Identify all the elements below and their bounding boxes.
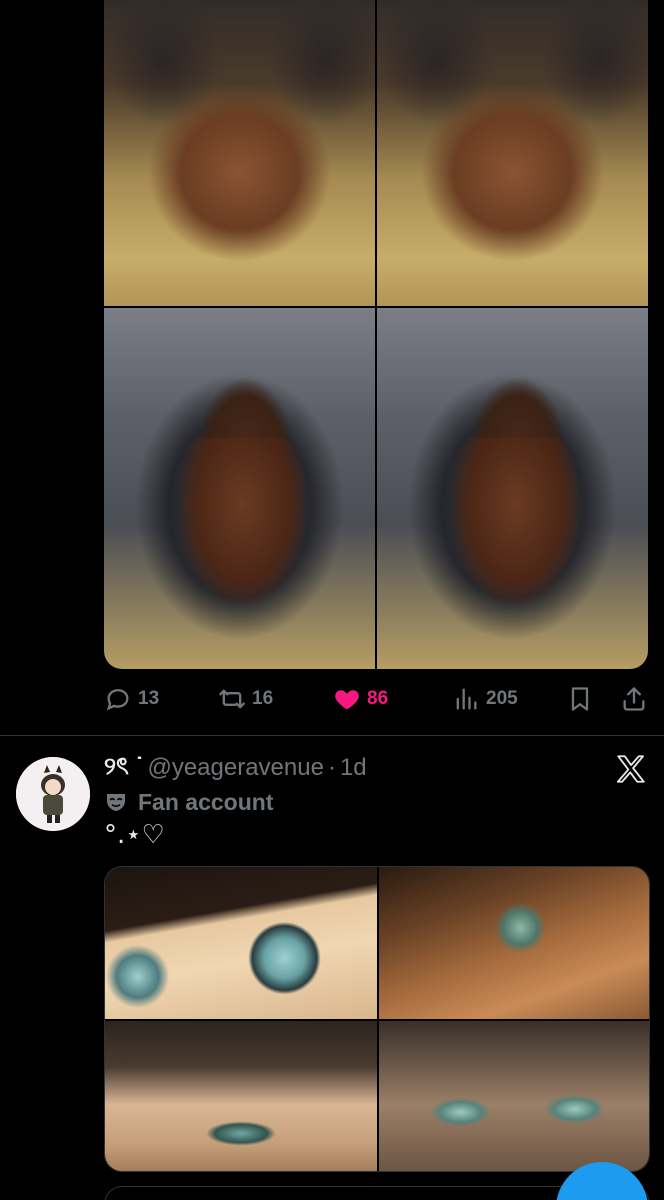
reply-count: 13 — [138, 688, 160, 709]
timestamp[interactable]: 1d — [340, 754, 367, 782]
tweet1-photo-4[interactable] — [377, 308, 648, 669]
tweet1-photo-3[interactable] — [104, 308, 375, 669]
tweet-text: °.⋆♡ — [104, 820, 165, 850]
share-button[interactable] — [620, 685, 648, 713]
avatar[interactable] — [16, 757, 90, 831]
bookmark-button[interactable] — [566, 685, 594, 713]
repost-button[interactable]: 16 — [218, 685, 273, 713]
tweet2-image-1[interactable] — [105, 867, 377, 1019]
fan-account-label[interactable]: Fan account — [104, 786, 273, 818]
label-text: Fan account — [138, 788, 274, 815]
tweet2-image-4[interactable] — [379, 1021, 649, 1171]
x-logo-icon — [616, 755, 645, 783]
repost-icon — [219, 689, 245, 709]
bookmark-icon — [571, 687, 589, 711]
tweet-divider — [0, 735, 664, 736]
separator: · — [327, 754, 336, 781]
share-icon — [623, 687, 645, 711]
heart-icon — [335, 690, 359, 710]
views-count: 205 — [486, 688, 518, 709]
timeline-feed: 13 16 86 205 ୨ৎ ˙ @yeageravenue · 1d Fan… — [0, 0, 664, 1200]
tweet1-photo-1[interactable] — [104, 0, 375, 306]
tweet1-photo-2[interactable] — [377, 0, 648, 306]
views-icon — [456, 688, 477, 710]
mask-icon — [107, 794, 125, 811]
reply-icon — [106, 689, 129, 711]
tweet1-media-grid[interactable] — [104, 0, 648, 669]
views-button[interactable]: 205 — [452, 685, 518, 713]
tweet2-image-2[interactable] — [379, 867, 649, 1019]
user-handle[interactable]: @yeageravenue — [147, 754, 323, 782]
tweet2-image-3[interactable] — [105, 1021, 377, 1171]
like-button[interactable]: 86 — [333, 685, 388, 713]
tweet2-header: ୨ৎ ˙ @yeageravenue · 1d — [104, 752, 367, 784]
repost-count: 16 — [252, 688, 274, 709]
reply-button[interactable]: 13 — [104, 685, 159, 713]
tweet2-media-grid[interactable] — [104, 866, 650, 1172]
display-name[interactable]: ୨ৎ ˙ — [104, 748, 143, 788]
tweet1-action-bar: 13 16 86 205 — [104, 684, 650, 714]
like-count: 86 — [367, 688, 389, 709]
